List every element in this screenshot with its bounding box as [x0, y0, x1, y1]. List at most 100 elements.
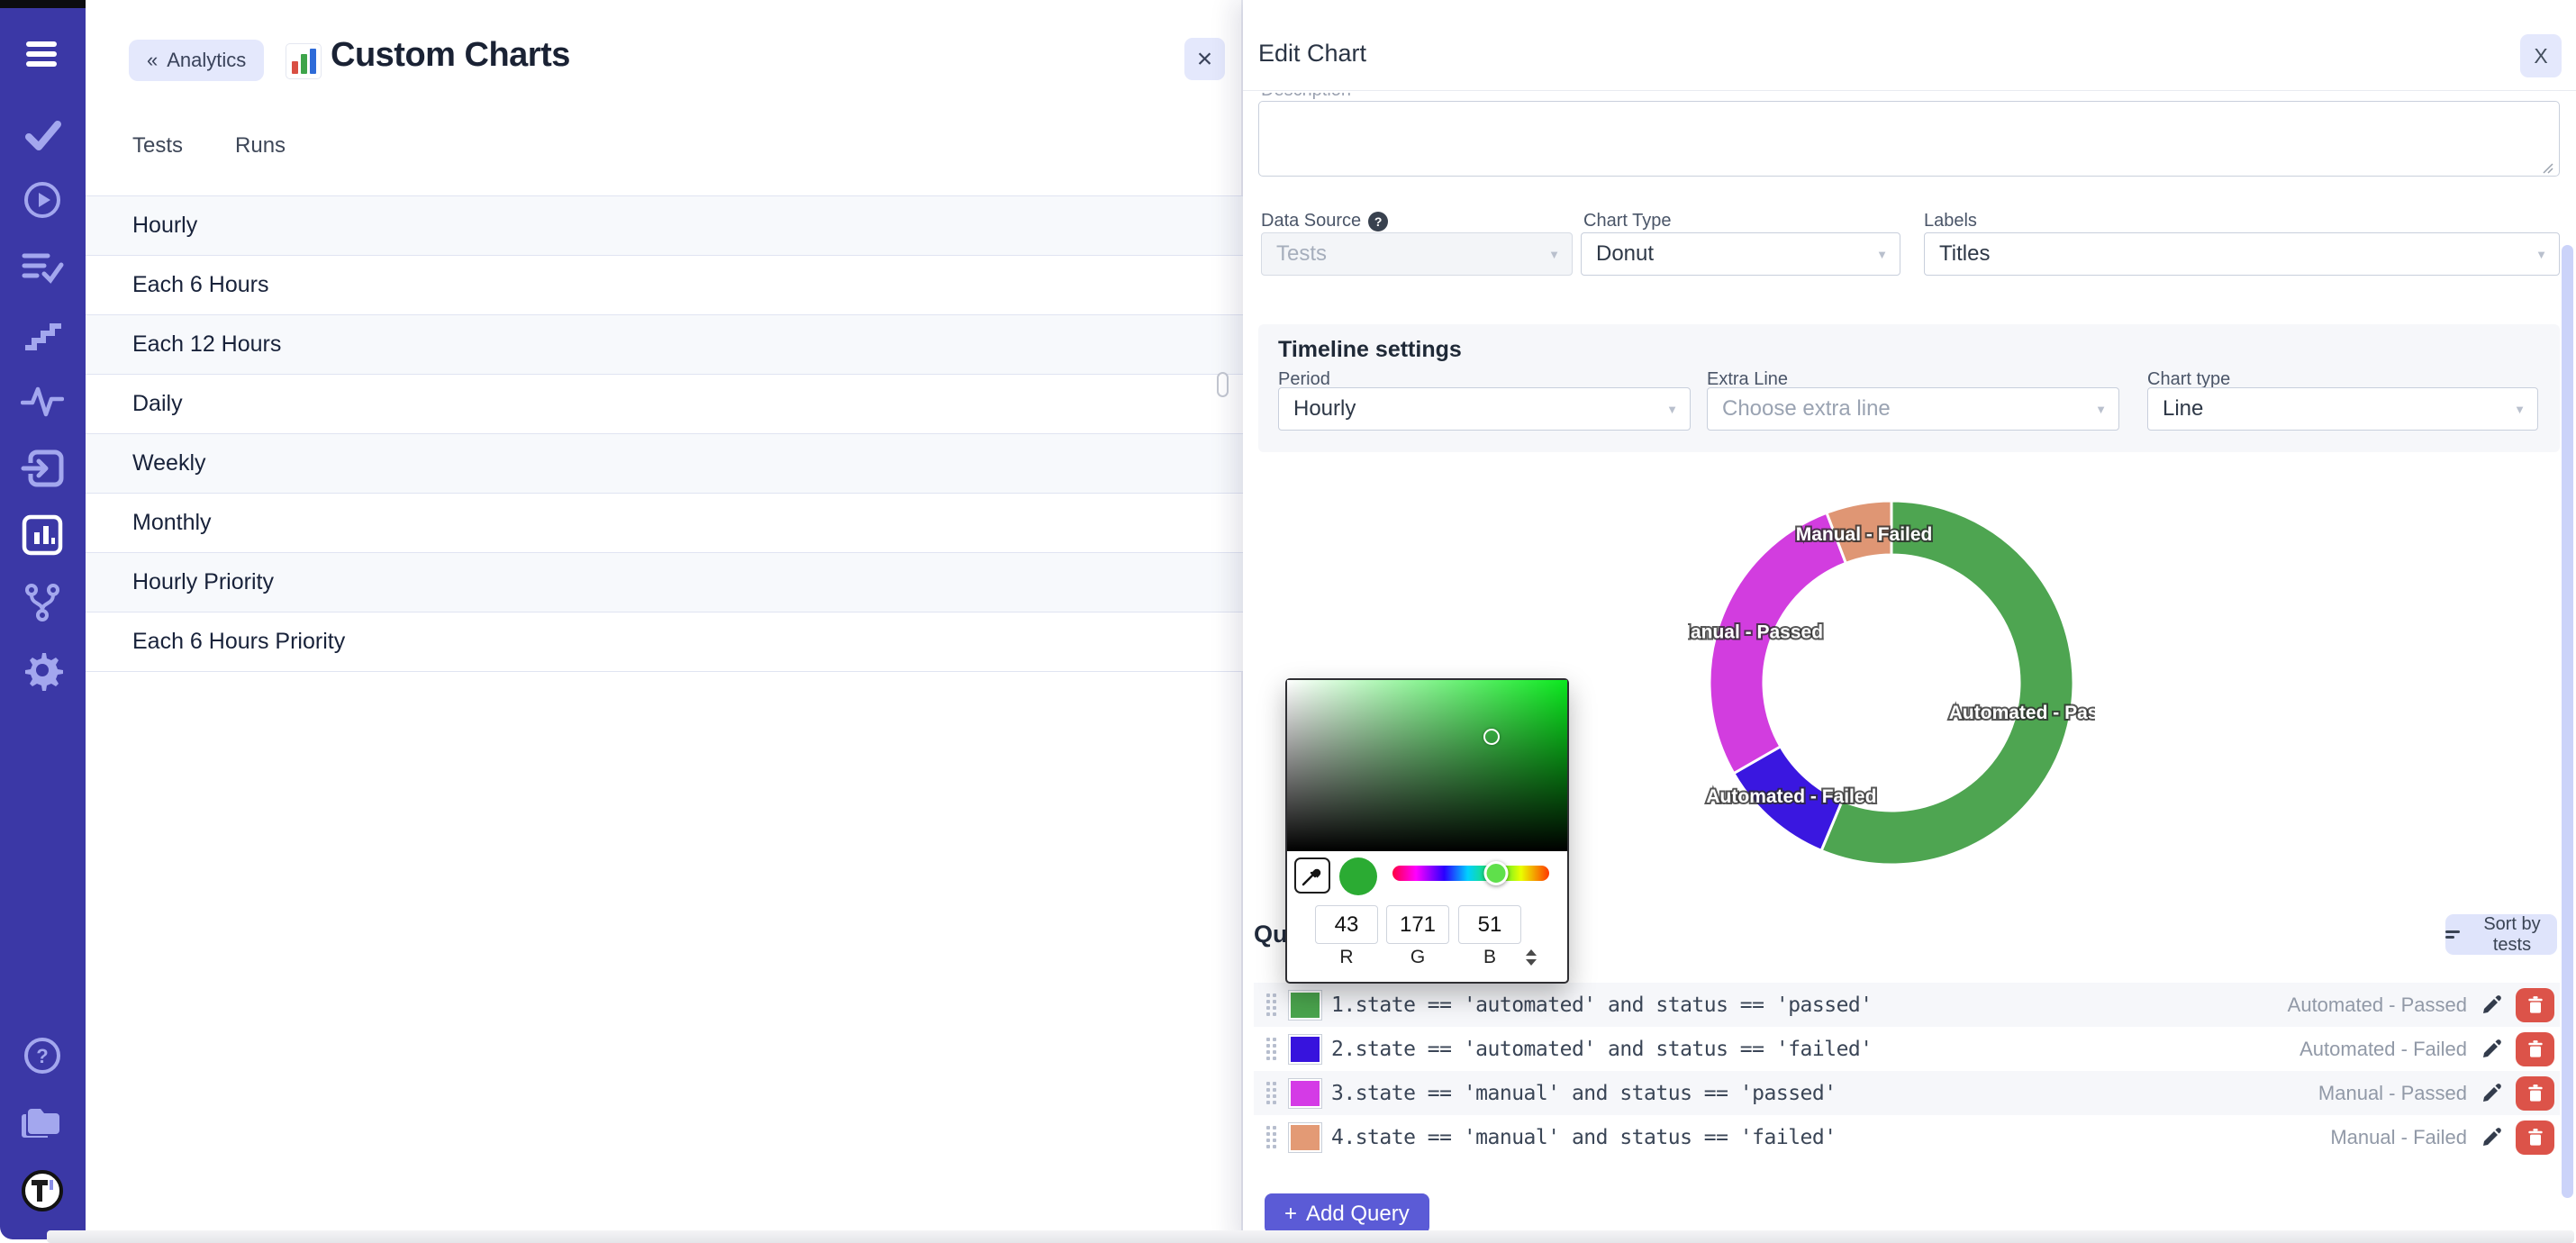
tab-tests[interactable]: Tests [132, 133, 183, 159]
collapse-panel-button[interactable]: × [1184, 38, 1225, 80]
help-icon[interactable]: ? [19, 1032, 66, 1079]
saturation-area[interactable] [1287, 680, 1567, 851]
delete-query-button[interactable] [2516, 1121, 2554, 1155]
color-mode-toggle-icon[interactable] [1524, 948, 1538, 966]
logo-icon[interactable] [19, 1167, 66, 1214]
period-select[interactable]: Hourly▼ [1278, 387, 1691, 431]
hue-slider[interactable] [1392, 866, 1549, 881]
drag-handle-icon[interactable] [1266, 1126, 1279, 1148]
chart-list-item[interactable]: Monthly [86, 494, 1243, 553]
data-source-select[interactable]: Tests▼ [1261, 232, 1573, 276]
chart-list-item[interactable]: Daily [86, 375, 1243, 434]
plans-list-check-icon[interactable] [19, 244, 66, 291]
custom-charts-panel: « Analytics Custom Charts × Tests Runs H… [86, 0, 1243, 1243]
sort-by-tests-button[interactable]: Sort by tests [2445, 914, 2557, 955]
query-color-swatch[interactable] [1288, 1122, 1322, 1153]
divider [1243, 90, 2576, 91]
trash-icon [2525, 994, 2546, 1016]
current-color-swatch [1339, 857, 1377, 895]
blue-input[interactable] [1458, 905, 1521, 944]
horizontal-scrollbar[interactable] [47, 1230, 2574, 1243]
chart-list-item[interactable]: Hourly Priority [86, 553, 1243, 612]
eyedropper-button[interactable] [1294, 857, 1330, 894]
back-button-label: Analytics [167, 49, 246, 72]
chart-list-item[interactable]: Each 6 Hours [86, 256, 1243, 315]
donut-segment [1710, 513, 1846, 773]
green-input[interactable] [1386, 905, 1449, 944]
query-title-label: Automated - Failed [2299, 1038, 2467, 1061]
timeline-chart-type-select[interactable]: Line▼ [2147, 387, 2538, 431]
labels-select[interactable]: Titles▼ [1924, 232, 2560, 276]
drag-handle-icon[interactable] [1266, 1038, 1279, 1060]
delete-query-button[interactable] [2516, 1032, 2554, 1066]
list-item-label: Hourly [132, 213, 197, 239]
query-row: 1.state == 'automated' and status == 'pa… [1254, 983, 2560, 1027]
donut-segment-label: Manual - Failed [1796, 524, 1933, 545]
list-scrollbar-thumb[interactable] [1217, 372, 1229, 397]
eyedropper-icon [1300, 863, 1325, 888]
pencil-icon [2480, 993, 2503, 1017]
help-circle-icon[interactable]: ? [1368, 212, 1388, 231]
edit-query-button[interactable] [2480, 1126, 2503, 1149]
list-item-label: Each 6 Hours Priority [132, 629, 345, 655]
delete-query-button[interactable] [2516, 1076, 2554, 1111]
window-top-edge [0, 0, 86, 8]
donut-segment-label: Manual - Passed [1688, 622, 1823, 643]
drawer-scrollbar-thumb[interactable] [2562, 245, 2573, 1198]
add-query-button[interactable]: + Add Query [1265, 1193, 1429, 1234]
query-color-swatch[interactable] [1288, 990, 1322, 1021]
query-row: 3.state == 'manual' and status == 'passe… [1254, 1071, 2560, 1115]
chevron-down-icon: ▼ [1876, 248, 1888, 261]
extra-line-select[interactable]: Choose extra line▼ [1707, 387, 2119, 431]
query-title-label: Automated - Passed [2288, 993, 2467, 1017]
steps-icon[interactable] [19, 312, 66, 358]
chevron-down-icon: ▼ [1666, 403, 1678, 416]
chart-list-item[interactable]: Weekly [86, 434, 1243, 494]
query-row: 2.state == 'automated' and status == 'fa… [1254, 1027, 2560, 1071]
import-icon[interactable] [19, 445, 66, 492]
timeline-settings-card: Timeline settings Period Extra Line Char… [1258, 324, 2560, 452]
saturation-handle[interactable] [1483, 729, 1500, 745]
chart-list-item[interactable]: Hourly [86, 196, 1243, 256]
chart-list-item[interactable]: Each 6 Hours Priority [86, 612, 1243, 672]
edit-query-button[interactable] [2480, 1038, 2503, 1061]
edit-query-button[interactable] [2480, 993, 2503, 1017]
tab-runs[interactable]: Runs [235, 133, 286, 159]
svg-text:?: ? [36, 1045, 48, 1067]
query-text: 2.state == 'automated' and status == 'fa… [1331, 1038, 1873, 1061]
runs-play-icon[interactable] [19, 177, 66, 223]
projects-folder-icon[interactable] [19, 1100, 66, 1147]
drag-handle-icon[interactable] [1266, 1082, 1279, 1104]
hue-handle[interactable] [1483, 861, 1508, 885]
page-title: Custom Charts [331, 36, 570, 75]
query-title-label: Manual - Failed [2330, 1126, 2467, 1149]
drag-handle-icon[interactable] [1266, 993, 1279, 1016]
chevron-left-icon: « [147, 49, 158, 72]
chart-type-select[interactable]: Donut▼ [1581, 232, 1900, 276]
chart-type-label: Chart Type [1583, 211, 1671, 231]
donut-segment-label: Automated - Passed [1949, 703, 2095, 723]
branches-icon[interactable] [19, 579, 66, 626]
back-to-analytics-button[interactable]: « Analytics [129, 40, 264, 81]
edit-query-button[interactable] [2480, 1082, 2503, 1105]
close-drawer-button[interactable]: X [2520, 34, 2562, 77]
data-source-label: Data Source ? [1261, 211, 1388, 231]
analytics-chart-icon[interactable] [19, 512, 66, 558]
menu-icon[interactable] [19, 31, 66, 77]
query-color-swatch[interactable] [1288, 1034, 1322, 1065]
query-color-swatch[interactable] [1288, 1078, 1322, 1109]
color-picker-popover: R G B [1285, 678, 1569, 984]
red-input[interactable] [1315, 905, 1378, 944]
timeline-settings-heading: Timeline settings [1278, 337, 1462, 363]
donut-chart: Automated - PassedAutomated - FailedManu… [1688, 479, 2095, 886]
delete-query-button[interactable] [2516, 988, 2554, 1022]
query-list: 1.state == 'automated' and status == 'pa… [1254, 983, 2560, 1159]
list-item-label: Daily [132, 391, 183, 417]
pulse-icon[interactable] [19, 377, 66, 424]
list-item-label: Hourly Priority [132, 569, 274, 595]
tests-check-icon[interactable] [19, 112, 66, 159]
description-textarea[interactable] [1258, 101, 2560, 177]
chart-list-item[interactable]: Each 12 Hours [86, 315, 1243, 375]
settings-gear-icon[interactable] [19, 647, 66, 694]
chevron-down-icon: ▼ [2095, 403, 2107, 416]
